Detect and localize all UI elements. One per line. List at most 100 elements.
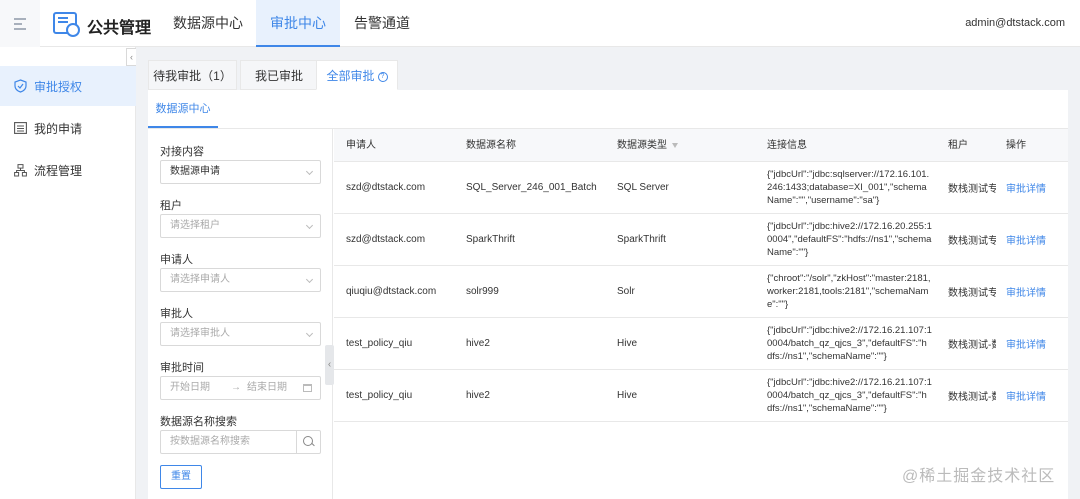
cell-applicant: qiuqiu@dtstack.com [346, 286, 437, 297]
cell-datasource-type: SQL Server [617, 182, 669, 193]
chevron-down-icon [305, 329, 314, 338]
search-label: 数据源名称搜索 [160, 416, 237, 428]
cell-datasource-name: SparkThrift [466, 234, 515, 245]
applicant-select[interactable]: 请选择申请人 [160, 268, 321, 292]
column-header-applicant: 申请人 [346, 140, 376, 151]
filter-icon[interactable] [672, 142, 678, 148]
cell-applicant: szd@dtstack.com [346, 234, 426, 245]
cell-datasource-name: SQL_Server_246_001_Batch [466, 182, 597, 193]
cell-connection-info: {"jdbcUrl":"jdbc:hive2://172.16.20.255:1… [767, 221, 932, 258]
cell-tenant: 数栈测试-数 [948, 340, 996, 351]
chevron-down-icon [305, 221, 314, 230]
chevron-down-icon [305, 275, 314, 284]
time-label: 审批时间 [160, 362, 204, 374]
cell-datasource-type: Hive [617, 338, 638, 349]
cell-tenant: 数栈测试专 [948, 236, 996, 247]
app-title: 公共管理 [87, 20, 152, 37]
start-date-placeholder: 开始日期 [170, 382, 210, 393]
applicant-select-placeholder: 请选择申请人 [170, 274, 230, 285]
approver-select-placeholder: 请选择审批人 [170, 328, 230, 339]
date-arrow-icon: → [231, 382, 241, 393]
approver-label: 审批人 [160, 308, 193, 320]
cell-applicant: test_policy_qiu [346, 390, 413, 401]
table-row: test_policy_qiu hive2 Hive {"jdbcUrl":"j… [334, 370, 1068, 422]
content-select-value: 数据源申请 [170, 166, 220, 177]
table-row: szd@dtstack.com SparkThrift SparkThrift … [334, 214, 1068, 266]
tenant-label: 租户 [160, 200, 182, 212]
cell-connection-info: {"jdbcUrl":"jdbc:hive2://172.16.21.107:1… [767, 377, 932, 414]
column-header-label: 数据源类型 [617, 140, 667, 151]
tab-approved[interactable]: 我已审批 [240, 60, 318, 90]
cell-datasource-type: Solr [617, 286, 635, 297]
reset-button[interactable]: 重置 [160, 465, 202, 489]
column-header-datasource-name: 数据源名称 [466, 140, 516, 151]
end-date-placeholder: 结束日期 [247, 382, 287, 393]
tab-label: 全部审批 [326, 69, 375, 83]
approval-detail-link[interactable]: 审批详情 [1006, 370, 1046, 421]
calendar-icon [303, 384, 312, 392]
tab-pending-approval[interactable]: 待我审批（1） [148, 60, 237, 90]
sidebar-collapse-button[interactable]: ‹ [126, 48, 136, 66]
shield-icon [13, 79, 27, 93]
column-header-actions: 操作 [1006, 140, 1026, 151]
sidebar-item-process-mgmt[interactable]: 流程管理 [0, 150, 136, 190]
cell-tenant: 数栈测试专 [948, 184, 996, 195]
applicant-label: 申请人 [160, 254, 193, 266]
cell-datasource-type: SparkThrift [617, 234, 666, 245]
approval-detail-link[interactable]: 审批详情 [1006, 214, 1046, 265]
panel-resize-handle[interactable]: ‹ [325, 345, 334, 385]
table-row: test_policy_qiu hive2 Hive {"jdbcUrl":"j… [334, 318, 1068, 370]
sidebar: 审批授权 我的申请 流程管理 [0, 47, 136, 499]
top-bar: 公共管理 数据源中心 审批中心 告警通道 admin@dtstack.com [0, 0, 1080, 47]
cell-tenant: 数栈测试专 [948, 288, 996, 299]
cell-applicant: szd@dtstack.com [346, 182, 426, 193]
tenant-select-placeholder: 请选择租户 [170, 220, 220, 231]
cell-connection-info: {"jdbcUrl":"jdbc:hive2://172.16.21.107:1… [767, 325, 932, 362]
cell-tenant: 数栈测试-数 [948, 392, 996, 403]
cell-connection-info: {"chroot":"/solr","zkHost":"master:2181,… [767, 273, 931, 310]
nav-alert-channel[interactable]: 告警通道 [340, 0, 424, 47]
approver-select[interactable]: 请选择审批人 [160, 322, 321, 346]
sidebar-item-approval-auth[interactable]: 审批授权 [0, 66, 136, 106]
main-panel: 数据源中心 对接内容 数据源申请 租户 请选择租户 申请人 请选择申请人 审批人… [148, 90, 1068, 499]
search-placeholder: 按数据源名称搜索 [170, 436, 250, 447]
table-row: qiuqiu@dtstack.com solr999 Solr {"chroot… [334, 266, 1068, 318]
tenant-select[interactable]: 请选择租户 [160, 214, 321, 238]
nav-datasource-center[interactable]: 数据源中心 [160, 0, 256, 47]
sidebar-item-label: 我的申请 [34, 121, 83, 136]
approval-detail-link[interactable]: 审批详情 [1006, 162, 1046, 213]
sidebar-item-my-requests[interactable]: 我的申请 [0, 108, 136, 148]
subtab-datasource-center[interactable]: 数据源中心 [148, 90, 218, 128]
cell-connection-info: {"jdbcUrl":"jdbc:sqlserver://172.16.101.… [767, 169, 930, 206]
cell-datasource-name: hive2 [466, 390, 490, 401]
cell-datasource-name: hive2 [466, 338, 490, 349]
sidebar-item-label: 流程管理 [34, 163, 83, 178]
approval-detail-link[interactable]: 审批详情 [1006, 318, 1046, 369]
search-input[interactable]: 按数据源名称搜索 [160, 430, 321, 454]
cell-datasource-name: solr999 [466, 286, 499, 297]
list-icon [13, 121, 27, 135]
watermark: @稀土掘金技术社区 [902, 468, 1056, 485]
tab-all-approvals[interactable]: 全部审批? [316, 60, 398, 90]
user-account[interactable]: admin@dtstack.com [965, 17, 1065, 29]
app-logo-icon [53, 12, 80, 37]
content-label: 对接内容 [160, 146, 204, 158]
column-header-tenant: 租户 [948, 140, 968, 151]
table-row: szd@dtstack.com SQL_Server_246_001_Batch… [334, 162, 1068, 214]
search-icon[interactable] [296, 431, 320, 453]
menu-toggle-icon[interactable] [0, 0, 40, 47]
column-header-connection-info: 连接信息 [767, 140, 807, 151]
table-header: 申请人 数据源名称 数据源类型 连接信息 租户 操作 [334, 129, 1068, 162]
flow-icon [13, 163, 27, 177]
date-range-picker[interactable]: 开始日期 → 结束日期 [160, 376, 321, 400]
content-select[interactable]: 数据源申请 [160, 160, 321, 184]
cell-datasource-type: Hive [617, 390, 638, 401]
sidebar-item-label: 审批授权 [34, 79, 83, 94]
chevron-down-icon [305, 167, 314, 176]
filter-panel: 对接内容 数据源申请 租户 请选择租户 申请人 请选择申请人 审批人 请选择审批… [148, 129, 333, 499]
nav-approval-center[interactable]: 审批中心 [256, 0, 340, 47]
column-header-datasource-type: 数据源类型 [617, 129, 678, 162]
approval-detail-link[interactable]: 审批详情 [1006, 266, 1046, 317]
help-icon[interactable]: ? [377, 71, 388, 82]
cell-applicant: test_policy_qiu [346, 338, 413, 349]
